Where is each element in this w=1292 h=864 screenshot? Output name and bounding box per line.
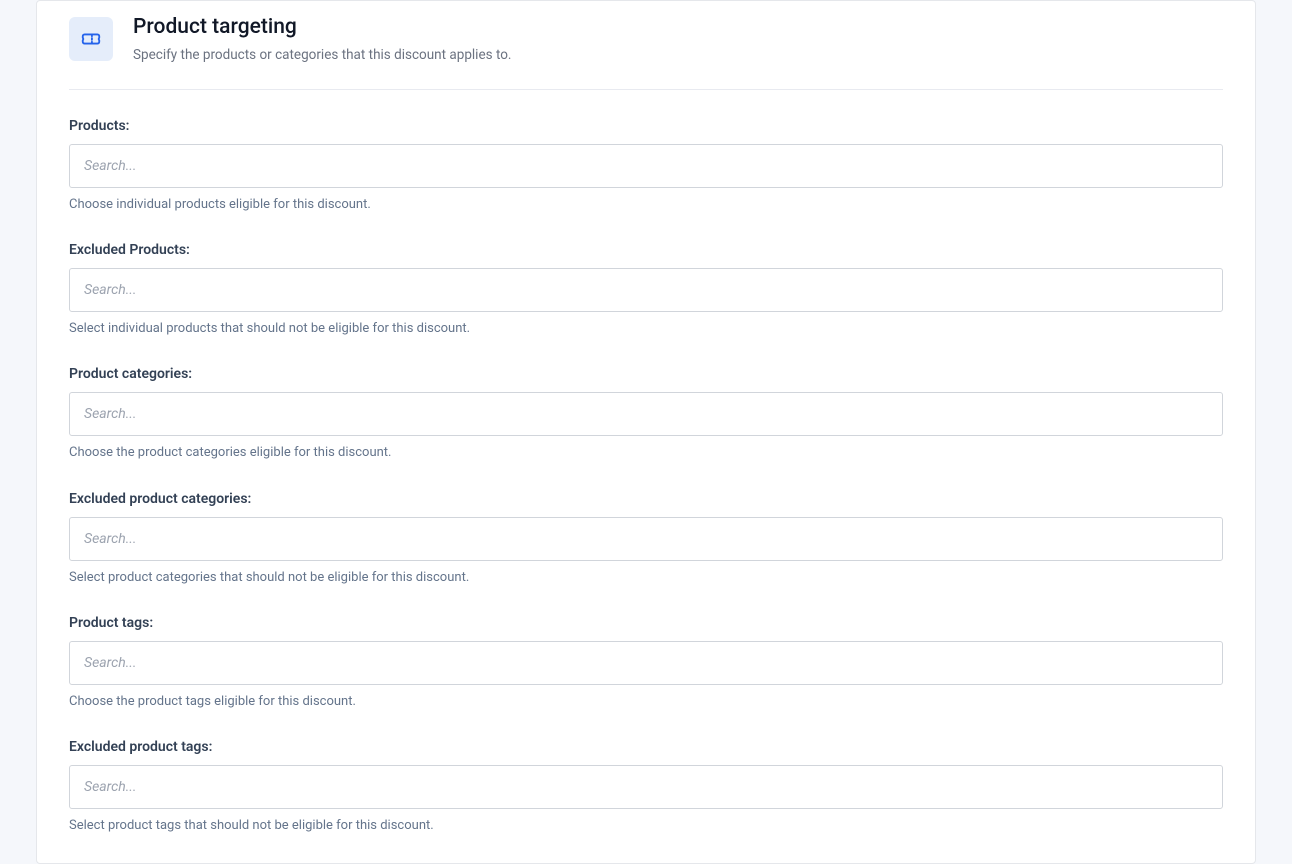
product-targeting-card: Product targeting Specify the products o… xyxy=(36,0,1256,864)
products-group: Products: Choose individual products eli… xyxy=(69,118,1223,214)
page-container: Product targeting Specify the products o… xyxy=(0,0,1292,864)
product-categories-label: Product categories: xyxy=(69,366,1223,382)
product-tags-input[interactable] xyxy=(69,641,1223,685)
products-label: Products: xyxy=(69,118,1223,134)
excluded-product-tags-label: Excluded product tags: xyxy=(69,739,1223,755)
excluded-products-help: Select individual products that should n… xyxy=(69,320,1223,338)
section-subtitle: Specify the products or categories that … xyxy=(133,46,511,65)
excluded-product-tags-input[interactable] xyxy=(69,765,1223,809)
product-tags-group: Product tags: Choose the product tags el… xyxy=(69,615,1223,711)
excluded-product-tags-group: Excluded product tags: Select product ta… xyxy=(69,739,1223,835)
section-title: Product targeting xyxy=(133,15,511,40)
excluded-products-group: Excluded Products: Select individual pro… xyxy=(69,242,1223,338)
excluded-product-tags-help: Select product tags that should not be e… xyxy=(69,817,1223,835)
product-categories-group: Product categories: Choose the product c… xyxy=(69,366,1223,462)
product-categories-input[interactable] xyxy=(69,392,1223,436)
excluded-product-categories-group: Excluded product categories: Select prod… xyxy=(69,491,1223,587)
section-header: Product targeting Specify the products o… xyxy=(69,1,1223,90)
products-help: Choose individual products eligible for … xyxy=(69,196,1223,214)
header-texts: Product targeting Specify the products o… xyxy=(133,15,511,65)
excluded-product-categories-input[interactable] xyxy=(69,517,1223,561)
excluded-product-categories-label: Excluded product categories: xyxy=(69,491,1223,507)
products-input[interactable] xyxy=(69,144,1223,188)
excluded-products-input[interactable] xyxy=(69,268,1223,312)
ticket-icon xyxy=(69,17,113,61)
excluded-products-label: Excluded Products: xyxy=(69,242,1223,258)
product-tags-help: Choose the product tags eligible for thi… xyxy=(69,693,1223,711)
excluded-product-categories-help: Select product categories that should no… xyxy=(69,569,1223,587)
product-categories-help: Choose the product categories eligible f… xyxy=(69,444,1223,462)
product-tags-label: Product tags: xyxy=(69,615,1223,631)
